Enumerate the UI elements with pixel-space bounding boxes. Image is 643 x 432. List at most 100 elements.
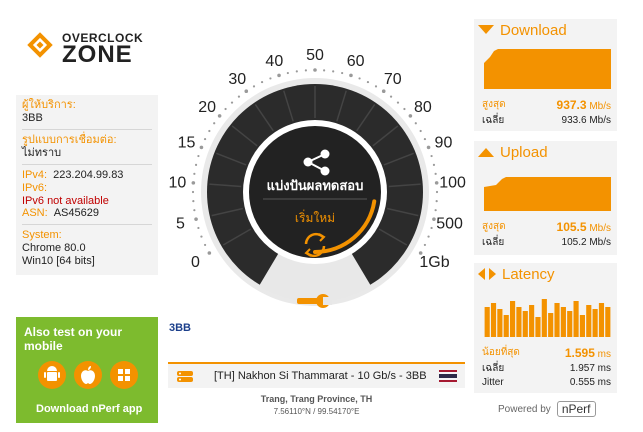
gauge-dot bbox=[304, 69, 307, 72]
gauge-dot bbox=[203, 243, 207, 247]
download-graph bbox=[484, 49, 611, 89]
divider bbox=[22, 129, 152, 130]
gauge-tick-label: 90 bbox=[435, 135, 453, 152]
gauge-dot bbox=[191, 181, 196, 185]
download-app-link[interactable]: Download nPerf app bbox=[36, 403, 142, 415]
upload-arrow-icon bbox=[478, 148, 494, 157]
gauge-dot bbox=[434, 172, 437, 175]
android-icon[interactable] bbox=[38, 361, 66, 389]
asn-label: ASN: bbox=[22, 207, 48, 219]
latency-min-label: น้อยที่สุด bbox=[482, 347, 520, 358]
latency-min-value: 1.595 bbox=[564, 346, 595, 360]
latency-arrows-icon bbox=[478, 268, 496, 280]
left-column: OVERCLOCK ZONE ผู้ให้บริการ: 3BB รูปแบบก… bbox=[16, 15, 158, 423]
latency-avg-value: 1.957 ms bbox=[569, 363, 611, 374]
apple-icon[interactable] bbox=[74, 361, 102, 389]
restart-label[interactable]: เริ่มใหม่ bbox=[295, 209, 335, 225]
system-browser: Chrome 80.0 bbox=[22, 242, 86, 254]
latency-bar bbox=[535, 317, 541, 337]
gauge-dot bbox=[430, 154, 433, 158]
download-title: Download bbox=[500, 21, 567, 39]
gauge-dot bbox=[423, 243, 427, 247]
gauge-dot bbox=[332, 70, 335, 73]
speed-gauge: 0 5 10 15 20 30 40 50 60 70 80 90 100 500 1Gb แบ่งปันผ… bbox=[168, 47, 466, 308]
latency-bar bbox=[592, 309, 598, 337]
gauge-dot bbox=[197, 226, 200, 230]
share-results-label[interactable]: แบ่งปันผลทดสอบ bbox=[267, 179, 364, 194]
upload-title: Upload bbox=[500, 143, 548, 161]
gauge-dot bbox=[381, 89, 386, 93]
gauge-dot bbox=[295, 70, 298, 73]
gauge-dot bbox=[435, 200, 438, 203]
gauge-dot bbox=[432, 163, 436, 166]
powered-by: Powered by nPerf bbox=[498, 401, 596, 417]
gauge-dot bbox=[193, 209, 196, 212]
gauge-dot bbox=[419, 129, 422, 133]
gauge-dot bbox=[349, 73, 353, 78]
isp-value: 3BB bbox=[22, 112, 43, 124]
jitter-value: 0.555 ms bbox=[569, 377, 611, 388]
latency-bar bbox=[522, 311, 528, 337]
gauge-dot bbox=[203, 137, 207, 141]
gauge-tick-label: 10 bbox=[168, 175, 186, 192]
download-max-value: 937.3 bbox=[556, 98, 587, 112]
gauge-dot bbox=[260, 80, 264, 84]
results-column: Download สูงสุด 937.3 Mb/s เฉลี่ย 933.6 Mb… bbox=[474, 19, 617, 424]
gauge-dot bbox=[432, 217, 436, 221]
gauge-dot bbox=[396, 101, 400, 104]
gauge-dot bbox=[427, 235, 430, 238]
gauge-tick-label: 100 bbox=[439, 175, 466, 192]
gauge-dot bbox=[208, 129, 211, 133]
latency-header: Latency bbox=[474, 263, 617, 285]
latency-bar bbox=[490, 303, 497, 337]
latency-bar bbox=[598, 303, 605, 337]
gauge-dot bbox=[366, 80, 370, 84]
gauge-dot bbox=[194, 217, 198, 221]
gauge-tick-label: 20 bbox=[198, 99, 216, 116]
gauge-dot bbox=[435, 190, 439, 194]
gauge-tick-label: 70 bbox=[384, 71, 402, 88]
mobile-app-banner[interactable]: Also test on your mobile Download nPerf … bbox=[16, 317, 158, 423]
latency-bar bbox=[567, 311, 573, 337]
isp-logo: 3BB bbox=[169, 322, 192, 334]
latency-bar bbox=[503, 315, 509, 337]
download-header: Download bbox=[474, 19, 617, 41]
gauge-dot bbox=[207, 251, 212, 255]
powered-by-label: Powered by bbox=[498, 403, 551, 415]
gauge-dot bbox=[408, 114, 413, 118]
gauge-dot bbox=[414, 122, 417, 125]
latency-bar bbox=[554, 303, 560, 337]
logo-diamond-icon bbox=[27, 32, 53, 58]
system-label: System: bbox=[22, 229, 62, 241]
server-selector[interactable]: [TH] Nakhon Si Thammarat - 10 Gb/s - 3BB bbox=[168, 362, 465, 388]
jitter-label: Jitter bbox=[482, 377, 504, 388]
thailand-flag-icon bbox=[439, 370, 457, 382]
upload-panel: Upload สูงสุด 105.5 Mb/s เฉลี่ย 105.2 Mb/s bbox=[474, 141, 617, 255]
overclockzone-logo[interactable]: OVERCLOCK ZONE bbox=[20, 19, 160, 79]
gauge-dot bbox=[323, 69, 326, 72]
download-arrow-icon bbox=[478, 25, 494, 34]
latency-bar bbox=[586, 305, 592, 337]
gauge-dot bbox=[224, 107, 227, 111]
windows-icon[interactable] bbox=[110, 361, 138, 389]
latency-bar bbox=[605, 307, 611, 337]
gauge-dot bbox=[277, 73, 281, 78]
server-name[interactable]: [TH] Nakhon Si Thammarat - 10 Gb/s - 3BB bbox=[214, 370, 439, 382]
latency-bar bbox=[579, 315, 585, 337]
server-coords: 7.56110°N / 99.54170°E bbox=[273, 407, 360, 416]
asn-value: AS45629 bbox=[53, 207, 99, 219]
latency-bar bbox=[529, 305, 535, 337]
gauge-dot bbox=[244, 89, 249, 93]
gauge-dot bbox=[313, 68, 317, 72]
download-avg-label: เฉลี่ย bbox=[482, 115, 505, 126]
gauge-dot bbox=[403, 107, 406, 111]
latency-bar bbox=[510, 301, 516, 337]
nperf-logo[interactable]: nPerf bbox=[556, 401, 596, 417]
download-max-label: สูงสุด bbox=[482, 99, 506, 110]
connection-value: ไม่ทราบ bbox=[22, 147, 62, 159]
ipv6-value: IPv6 not available bbox=[22, 195, 109, 207]
upload-max-unit: Mb/s bbox=[589, 223, 611, 234]
latency-graph bbox=[484, 299, 611, 337]
latency-title: Latency bbox=[502, 265, 555, 283]
ipv4-value: 223.204.99.83 bbox=[53, 169, 124, 181]
